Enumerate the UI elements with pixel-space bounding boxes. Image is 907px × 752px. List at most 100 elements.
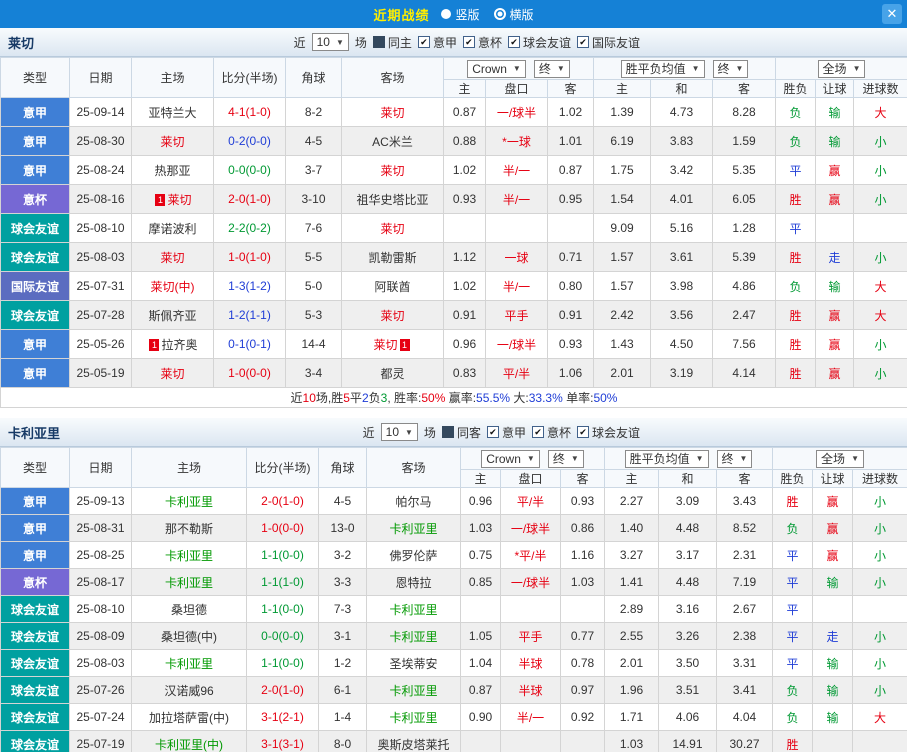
odds-final-select[interactable]: 终 ▼ [533,59,570,78]
team-name-text: 莱切 [380,163,405,178]
scope-select[interactable]: 全场 ▼ [816,449,864,468]
checkbox-icon [372,36,385,48]
col-away-header: 客场 [341,57,444,98]
odds-home-cell: 1.12 [443,242,486,272]
filter-checkbox[interactable]: ✔ 意杯 [462,34,502,51]
handicap-cell: 平/半 [485,358,548,388]
avg-draw-cell: 4.01 [650,184,713,214]
handicap-result-cell: 赢 [815,358,855,388]
filter-checkbox[interactable]: ✔ 球会友谊 [507,34,571,51]
away-team: 卡利亚里 [366,595,461,623]
select-value: Crown [486,451,521,466]
chevron-down-icon: ▼ [852,64,861,73]
filter-checkbox[interactable]: ✔ 意甲 [486,424,526,441]
radio-horizontal[interactable]: 横版 [493,6,534,23]
handicap-cell [485,213,548,243]
avg-select[interactable]: 胜平负均值 ▼ [624,449,709,468]
col-type-header: 类型 [0,57,70,98]
col-away-header: 客场 [366,447,461,488]
summary-segment: , 胜率: [387,391,422,405]
checkbox-label: 意杯 [477,35,502,50]
team-name-text: 莱切 [373,337,398,352]
match-row: 球会友谊 25-08-10 桑坦德 1-1(0-0) 7-3 卡利亚里 2.89 3.16 2.… [0,595,907,623]
avg-final-select[interactable]: 终 ▼ [716,449,753,468]
date-cell: 25-08-09 [69,622,132,650]
filter-checkbox[interactable]: 同主 [372,34,412,51]
avg-away-cell: 4.86 [711,271,777,301]
handicap-cell [500,595,561,623]
handicap-cell: 平/半 [500,487,561,515]
match-count-select[interactable]: 10 ▼ [380,423,418,441]
avg-away-cell: 8.52 [715,514,774,542]
filter-checkbox[interactable]: ✔ 国际友谊 [576,34,640,51]
away-team: 莱切 [341,300,444,330]
date-cell: 25-07-31 [69,271,132,301]
handicap-cell: 一/球半 [500,568,561,596]
section-header: 卡利亚里 近 10 ▼ 场同客 ✔ 意甲 ✔ 意杯 ✔ 球会友谊 [0,418,907,447]
match-row: 意甲 25-08-25 卡利亚里 1-1(0-0) 3-2 佛罗伦萨 0.75 *平/半 1.1… [0,541,907,569]
avg-draw-cell: 3.17 [658,541,717,569]
filter-checkbox[interactable]: ✔ 意甲 [417,34,457,51]
scope-select[interactable]: 全场 ▼ [817,59,866,78]
avg-away-cell: 2.67 [715,595,774,623]
filter-checkbox[interactable]: ✔ 球会友谊 [576,424,640,441]
result-cell: 平 [772,568,814,596]
radio-vertical[interactable]: 竖版 [441,6,480,23]
match-row: 球会友谊 25-07-24 加拉塔萨雷(中) 3-1(2-1) 1-4 卡利亚里 0.90 半… [0,703,907,731]
checkbox-icon: ✔ [531,426,544,438]
result-cell: 胜 [772,487,814,515]
score-cell: 3-1(2-1) [246,703,319,731]
filter-bar: 近 10 ▼ 场同主 ✔ 意甲 ✔ 意杯 ✔ 球会友谊 ✔ 国际友谊 [294,33,640,51]
goals-cell: 大 [853,271,907,301]
avg-home-cell: 2.42 [593,300,651,330]
type-cell: 球会友谊 [0,730,70,752]
chevron-down-icon: ▼ [851,454,859,463]
select-value: 终 [717,62,730,76]
match-count-select[interactable]: 10 ▼ [311,33,349,51]
summary-row: 近10场,胜5平2负3, 胜率:50% 赢率:55.5% 大:33.3% 单率:… [0,387,907,408]
odds-away-cell: 1.03 [560,568,605,596]
odds-away-cell: 0.93 [560,487,605,515]
handicap-result-cell: 输 [815,97,855,127]
odds-final-select[interactable]: 终 ▼ [547,449,584,468]
avg-select[interactable]: 胜平负均值 ▼ [620,59,705,78]
match-row: 意甲 25-05-26 1 拉齐奥 0-1(0-1) 14-4 莱切 1 0.96 一/球半 0.9… [0,329,907,359]
filter-checkbox[interactable]: 同客 [441,424,481,441]
bookmaker-select[interactable]: Crown ▼ [481,449,540,468]
select-value: 胜平负均值 [629,452,690,466]
score-cell: 1-0(1-0) [213,242,286,272]
avg-away-cell: 3.31 [715,649,774,677]
avg-home-cell: 2.89 [604,595,659,623]
result-cell: 平 [772,649,814,677]
close-button[interactable]: ✕ [882,4,902,24]
goals-cell: 大 [852,703,907,731]
odds-home-cell: 0.83 [443,358,486,388]
odds-away-cell: 0.97 [560,676,605,704]
team-name-text: 那不勒斯 [164,521,213,536]
filter-checkbox[interactable]: ✔ 意杯 [531,424,571,441]
summary-segment: 33.3% [528,391,563,405]
goals-cell: 小 [853,155,907,185]
team-name-text: 圣埃蒂安 [389,656,438,671]
score-cell: 1-1(1-0) [246,568,319,596]
goals-cell: 小 [853,184,907,214]
date-cell: 25-08-24 [69,155,132,185]
home-team: 卡利亚里 [131,568,247,596]
away-team: 莱切 [341,155,444,185]
odds-home-cell [460,595,501,623]
home-team: 莱切 [131,242,214,272]
summary-segment: 50% [593,391,618,405]
avg-final-select[interactable]: 终 ▼ [712,59,749,78]
away-team: 奥斯皮塔莱托 [366,730,461,752]
date-cell: 25-07-28 [69,300,132,330]
type-cell: 意甲 [0,155,70,185]
corner-cell: 8-0 [318,730,367,752]
result-cell: 胜 [772,730,814,752]
odds-home-cell: 0.88 [443,126,486,156]
avg-home-cell: 1.75 [593,155,651,185]
select-value: 10 [316,35,330,49]
radio-vertical-label: 竖版 [455,7,480,22]
away-team: 莱切 [341,97,444,127]
bookmaker-select[interactable]: Crown ▼ [467,59,526,78]
date-cell: 25-07-19 [69,730,132,752]
